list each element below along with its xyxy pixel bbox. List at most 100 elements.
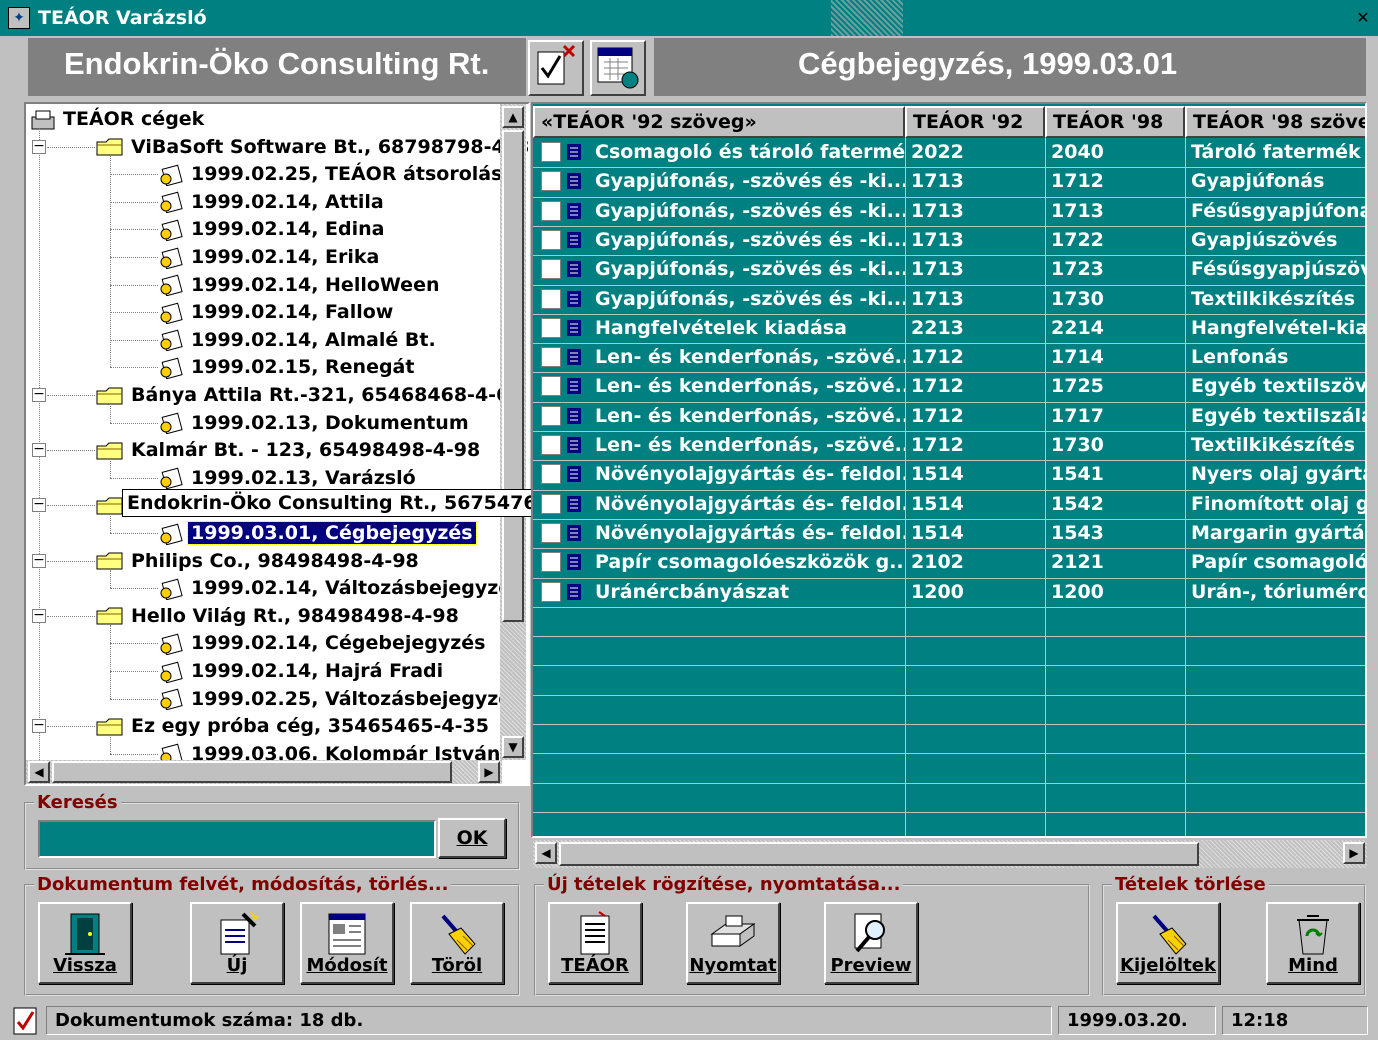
ok-button[interactable]: OK [438,818,506,858]
tree-document-selected[interactable]: 1999.03.01, Cégbejegyzés [158,520,477,546]
row-checkbox[interactable] [541,317,561,338]
row-checkbox[interactable] [541,552,561,573]
row-checkbox[interactable] [541,142,561,162]
delete-selected-button[interactable]: Kijelöltek [1116,902,1220,984]
row-checkbox[interactable] [541,581,561,602]
tree-expander[interactable]: − [32,497,46,513]
tree-company[interactable]: Bánya Attila Rt.-321, 65468468-4-68 [96,382,526,408]
row-checkbox[interactable] [541,376,561,397]
tree-vscroll-thumb[interactable] [502,130,524,622]
grid-cell: Hangfelvétel-kiad [1191,316,1367,339]
row-checkbox[interactable] [541,229,561,250]
tree-document[interactable]: 1999.02.14, HelloWeen [158,272,442,298]
tree-company[interactable]: Ez egy próba cég, 35465465-4-35 [96,713,492,739]
grid-row[interactable]: Gyapjúfonás, -szövés és -ki... 1713 1712 Gy… [533,167,1365,196]
tree-document[interactable]: 1999.02.25, Változásbejegyzés [158,686,525,712]
company-tree[interactable]: TEÁOR cégek − ViBaSoft Software Bt., 68798… [24,102,530,786]
tree-document[interactable]: 1999.02.15, Renegát [158,354,417,380]
checklist-tool-button[interactable] [528,40,584,96]
grid-row[interactable]: Gyapjúfonás, -szövés és -ki... 1713 1723 Fé… [533,255,1365,284]
tree-document[interactable]: 1999.02.14, Attila [158,189,387,215]
close-icon[interactable]: ✕ [1352,10,1374,32]
row-checkbox[interactable] [541,522,561,543]
tree-root-label: TEÁOR cégek [63,108,205,130]
grid-row[interactable]: Növényolajgyártás és- feldol... 1514 1543 M… [533,519,1365,548]
tree-document[interactable]: 1999.02.14, Hajrá Fradi [158,658,446,684]
delete-button[interactable]: Töröl [410,902,504,984]
tree-document[interactable]: 1999.02.14, Fallow [158,299,396,325]
tree-scroll-down-button[interactable]: ▼ [502,736,524,758]
tree-document[interactable]: 1999.02.13, Dokumentum [158,410,472,436]
grid-row[interactable]: Gyapjúfonás, -szövés és -ki... 1713 1722 Gy… [533,226,1365,255]
grid-scroll-right-button[interactable]: ▶ [1343,842,1365,864]
tree-document[interactable]: 1999.02.25, TEÁOR átsorolás [158,161,505,187]
grid-row[interactable]: Len- és kenderfonás, -szövé... 1712 1730 Te… [533,431,1365,460]
grid-row[interactable]: Növényolajgyártás és- feldol... 1514 1542 F… [533,490,1365,519]
teaor-button[interactable]: TEÁOR [548,902,642,984]
tree-document-label: 1999.02.14, Változásbejegyzés [191,577,523,600]
delete-all-button[interactable]: Mind [1266,902,1360,984]
row-checkbox[interactable] [541,200,561,221]
grid-row[interactable]: Papír csomagolóeszközök g... 2102 2121 Papí… [533,548,1365,577]
grid-header-cell[interactable]: «TEÁOR '92 szöveg» [533,106,905,138]
tree-document[interactable]: 1999.02.13, Varázsló [158,465,419,491]
tree-document[interactable]: 1999.02.14, Cégebejegyzés [158,630,488,656]
row-checkbox[interactable] [541,347,561,368]
teaor-grid[interactable]: «TEÁOR '92 szöveg» TEÁOR '92 TEÁOR '98 TEÁO… [531,102,1367,838]
tree-scroll-right-button[interactable]: ▶ [478,761,500,783]
search-input[interactable] [38,820,436,858]
grid-scroll-left-button[interactable]: ◀ [535,842,557,864]
teaor-label: TEÁOR [561,955,629,976]
tree-document[interactable]: 1999.02.14, Almalé Bt. [158,327,439,353]
grid-row[interactable]: Hangfelvételek kiadása 2213 2214 Hangfelvét… [533,314,1367,343]
tree-expander[interactable]: − [32,387,46,402]
grid-cell: 1514 [911,492,964,515]
tree-company[interactable]: ViBaSoft Software Bt., 68798798-4-98 [96,134,528,160]
grid-row[interactable]: Len- és kenderfonás, -szövé... 1712 1717 Eg… [533,402,1365,431]
grid-row[interactable]: Len- és kenderfonás, -szövé... 1712 1714 Le… [533,343,1365,372]
row-checkbox[interactable] [541,435,561,455]
grid-hscroll-thumb[interactable] [559,842,1199,866]
tree-root[interactable]: TEÁOR cégek [30,106,207,132]
row-checkbox[interactable] [541,464,561,485]
tree-expander[interactable]: − [32,553,46,568]
row-checkbox[interactable] [541,171,561,192]
tree-document[interactable]: 1999.02.14, Edina [158,216,387,242]
tree-expander[interactable]: − [32,608,46,623]
tree-company[interactable]: Philips Co., 98498498-4-98 [96,548,422,574]
preview-button[interactable]: Preview [824,902,918,984]
grid-cell: Növényolajgyártás és- feldol... [595,521,905,544]
modify-button[interactable]: Módosít [300,902,394,984]
print-button[interactable]: Nyomtat [686,902,780,984]
grid-header-cell[interactable]: TEÁOR '98 szöveg [1185,106,1365,138]
new-button[interactable]: Új [190,902,284,984]
tree-expander[interactable]: − [32,139,46,154]
modify-label: Módosít [306,955,388,976]
tree-document[interactable]: 1999.02.14, Változásbejegyzés [158,575,525,601]
tree-scroll-up-button[interactable]: ▲ [502,106,524,128]
grid-row[interactable]: Uránércbányászat 1200 1200 Urán-, tóriumérc… [533,578,1365,607]
tree-expander[interactable]: − [32,718,46,734]
grid-row[interactable]: Növényolajgyártás és- feldol... 1514 1541 N… [533,460,1365,489]
broom-icon [441,914,476,955]
tree-hscroll-thumb[interactable] [52,761,452,783]
row-checkbox[interactable] [541,493,561,514]
row-checkbox[interactable] [541,259,561,280]
back-button[interactable]: Vissza [38,902,132,984]
grid-row[interactable]: Gyapjúfonás, -szövés és -ki... 1713 1730 Te… [533,285,1365,314]
tree-company-label: Philips Co., 98498498-4-98 [131,549,419,572]
delete-label: Töröl [431,955,483,976]
grid-header-cell[interactable]: TEÁOR '92 [905,106,1045,138]
grid-header-cell[interactable]: TEÁOR '98 [1045,106,1185,138]
row-checkbox[interactable] [541,405,561,426]
grid-row[interactable]: Len- és kenderfonás, -szövé... 1712 1725 Eg… [533,372,1365,401]
tree-company[interactable]: Hello Világ Rt., 98498498-4-98 [96,603,462,629]
calendar-tool-button[interactable] [590,40,646,96]
tree-document[interactable]: 1999.02.14, Erika [158,244,382,270]
grid-row[interactable]: Csomagoló és tároló fatermé... 2022 2040 Tá… [533,138,1365,167]
grid-row[interactable]: Gyapjúfonás, -szövés és -ki... 1713 1713 Fé… [533,197,1365,226]
tree-company[interactable]: Kalmár Bt. - 123, 65498498-4-98 [96,437,483,463]
row-checkbox[interactable] [541,288,561,309]
tree-expander[interactable]: − [32,442,46,458]
tree-scroll-left-button[interactable]: ◀ [28,761,50,783]
